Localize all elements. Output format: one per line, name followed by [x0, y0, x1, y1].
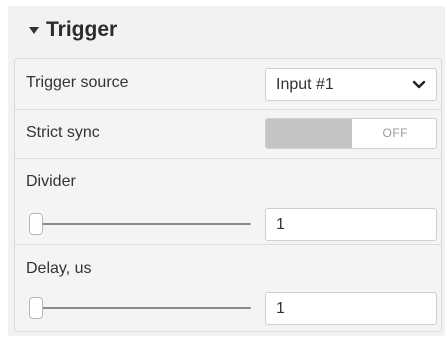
panel-title: Trigger: [46, 18, 118, 41]
trigger-source-select[interactable]: Input #1: [265, 68, 437, 101]
delay-input[interactable]: [265, 292, 437, 325]
row-divider: Divider: [15, 159, 441, 244]
strict-sync-label: Strict sync: [26, 124, 100, 141]
trigger-source-value: Input #1: [276, 76, 334, 93]
delay-label: Delay, us: [26, 260, 92, 277]
divider-input[interactable]: [265, 208, 437, 241]
slider-thumb[interactable]: [29, 297, 43, 319]
slider-thumb[interactable]: [29, 213, 43, 235]
trigger-source-label: Trigger source: [26, 74, 129, 91]
slider-track: [29, 223, 251, 225]
divider-label: Divider: [26, 173, 76, 190]
caret-down-icon[interactable]: [29, 27, 39, 34]
slider-track: [29, 307, 251, 309]
row-delay: Delay, us: [15, 245, 441, 331]
toggle-knob: [266, 119, 352, 148]
toggle-state-text: OFF: [382, 126, 408, 140]
panel-header-toggle[interactable]: Trigger: [8, 6, 445, 54]
row-strict-sync: Strict sync OFF: [15, 110, 441, 158]
row-trigger-source: Trigger source Input #1: [15, 59, 441, 109]
panel-body: Trigger source Input #1 Strict sync OFF …: [14, 58, 442, 332]
delay-slider[interactable]: [29, 297, 251, 319]
divider-slider[interactable]: [29, 213, 251, 235]
strict-sync-toggle[interactable]: OFF: [265, 118, 437, 149]
chevron-down-icon: [412, 80, 426, 89]
trigger-panel: Trigger Trigger source Input #1 Strict s…: [8, 6, 445, 336]
